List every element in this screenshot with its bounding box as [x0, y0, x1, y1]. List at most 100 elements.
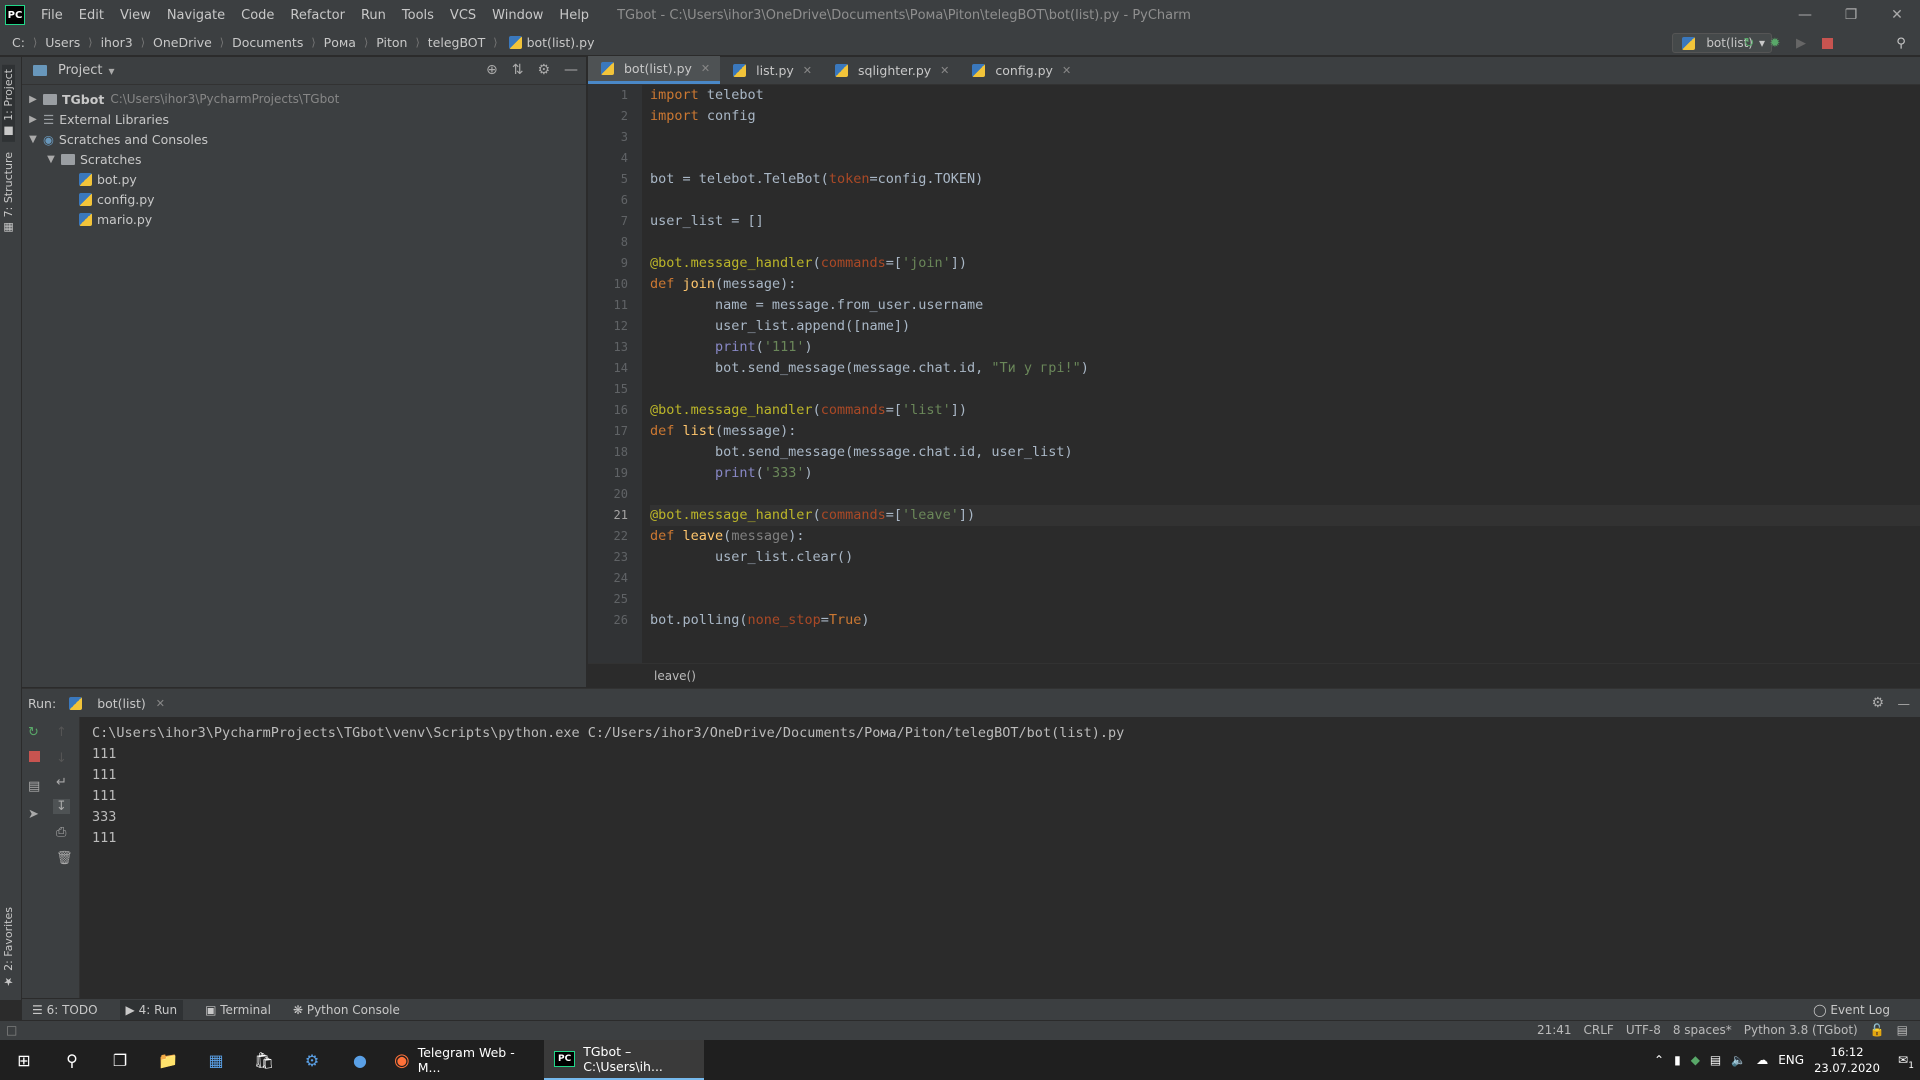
close-tab-icon[interactable]: ✕	[803, 64, 812, 77]
console-output[interactable]: C:\Users\ihor3\PycharmProjects\TGbot\ven…	[92, 717, 1124, 849]
coverage-icon[interactable]: ▶	[1792, 34, 1810, 52]
close-tab-icon[interactable]: ✕	[1062, 64, 1071, 77]
tree-item-scratches[interactable]: ▼ Scratches	[22, 149, 586, 169]
notifications-icon[interactable]: ✉ 1	[1898, 1053, 1914, 1071]
collapse-icon[interactable]: ▼	[44, 154, 58, 165]
breadcrumb-drive[interactable]: C:	[12, 35, 25, 50]
menu-window[interactable]: Window	[484, 8, 551, 23]
file-encoding[interactable]: UTF-8	[1626, 1023, 1661, 1037]
stop-icon[interactable]	[1818, 34, 1836, 52]
windows-start-icon[interactable]: ⊞	[0, 1040, 48, 1080]
expand-icon[interactable]: ▶	[26, 94, 40, 105]
breadcrumb-piton[interactable]: Piton	[376, 35, 407, 50]
tab-run[interactable]: ▶ 4: Run	[119, 999, 184, 1020]
arrow-down-icon[interactable]: ↓	[56, 751, 67, 766]
tree-item-scratches-consoles[interactable]: ▼ ◉ Scratches and Consoles	[22, 129, 586, 149]
close-tab-icon[interactable]: ✕	[156, 697, 165, 710]
stop-icon[interactable]	[29, 751, 40, 762]
menu-code[interactable]: Code	[233, 8, 282, 23]
rerun-icon[interactable]: ↻	[28, 725, 39, 740]
run-tab-label[interactable]: bot(list)	[97, 696, 146, 711]
tool-window-toggle-icon[interactable]: □	[6, 1023, 17, 1037]
code-area[interactable]: 1 2 3 4 5 6 7 8 9 10 11 12 13 14 15 16 1…	[588, 85, 1920, 663]
arrow-up-icon[interactable]: ↑	[56, 725, 67, 740]
tree-item-mario-py[interactable]: mario.py	[22, 209, 586, 229]
menu-help[interactable]: Help	[551, 8, 597, 23]
chevron-down-icon[interactable]: ▾	[108, 64, 114, 78]
collapse-icon[interactable]: ▼	[26, 134, 40, 145]
menu-vcs[interactable]: VCS	[442, 8, 484, 23]
store-icon[interactable]: 🛍	[240, 1040, 288, 1080]
close-tab-icon[interactable]: ✕	[940, 64, 949, 77]
breadcrumb-file[interactable]: bot(list).py	[527, 35, 595, 50]
locate-icon[interactable]: ⊕	[486, 62, 498, 78]
menu-view[interactable]: View	[112, 8, 159, 23]
tab-config-py[interactable]: config.py ✕	[959, 56, 1081, 84]
trash-icon[interactable]: 🗑	[56, 851, 73, 866]
hide-icon[interactable]: —	[564, 62, 578, 78]
tab-todo[interactable]: ☰ 6: TODO	[32, 1003, 98, 1017]
tab-sqlighter-py[interactable]: sqlighter.py ✕	[822, 56, 959, 84]
breadcrumb-telegbot[interactable]: telegBOT	[428, 35, 486, 50]
search-icon[interactable]: ⚲	[48, 1040, 96, 1080]
pin-icon[interactable]: ➤	[28, 807, 39, 822]
tab-project-tool[interactable]: ■ 1: Project	[2, 65, 15, 142]
calculator-icon[interactable]: ▦	[192, 1040, 240, 1080]
python-interpreter[interactable]: Python 3.8 (TGbot)	[1744, 1023, 1858, 1037]
print-icon[interactable]: ⎙	[56, 825, 66, 840]
code-breadcrumb[interactable]: leave()	[588, 663, 1920, 687]
rerun-icon[interactable]: ↻	[1740, 34, 1758, 52]
gear-icon[interactable]: ⚙	[1871, 695, 1884, 711]
menu-file[interactable]: File	[33, 8, 71, 23]
close-icon[interactable]: ✕	[1874, 0, 1920, 30]
layout-icon[interactable]: ▤	[28, 779, 40, 794]
battery-icon[interactable]: ▮	[1674, 1053, 1681, 1067]
menu-run[interactable]: Run	[353, 8, 394, 23]
tab-favorites-tool[interactable]: ★ 2: Favorites	[2, 907, 15, 988]
soft-wrap-icon[interactable]: ↵	[56, 775, 67, 790]
tree-item-bot-py[interactable]: bot.py	[22, 169, 586, 189]
menu-tools[interactable]: Tools	[394, 8, 442, 23]
scroll-to-end-icon[interactable]: ↧	[53, 799, 70, 814]
chevron-up-icon[interactable]: ⌃	[1654, 1053, 1664, 1067]
taskbar-app-pycharm[interactable]: PC TGbot – C:\Users\ih...	[544, 1040, 704, 1080]
tab-structure-tool[interactable]: ▦ 7: Structure	[2, 152, 15, 234]
breadcrumb-documents[interactable]: Documents	[232, 35, 303, 50]
tab-terminal[interactable]: ▣ Terminal	[205, 1003, 271, 1017]
line-separator[interactable]: CRLF	[1584, 1023, 1614, 1037]
breadcrumb-users[interactable]: Users	[45, 35, 80, 50]
network-icon[interactable]: ▤	[1710, 1053, 1721, 1067]
menu-edit[interactable]: Edit	[71, 8, 112, 23]
file-explorer-icon[interactable]: 📁	[144, 1040, 192, 1080]
breadcrumb-roma[interactable]: Рома	[324, 35, 356, 50]
search-icon[interactable]: ⚲	[1892, 34, 1910, 52]
clock[interactable]: 16:12 23.07.2020	[1814, 1044, 1880, 1076]
memory-icon[interactable]: ▤	[1897, 1023, 1908, 1037]
breadcrumb-onedrive[interactable]: OneDrive	[153, 35, 212, 50]
event-log-button[interactable]: ◯ Event Log	[1813, 1003, 1890, 1017]
tree-item-tgbot[interactable]: ▶ TGbot C:\Users\ihor3\PycharmProjects\T…	[22, 89, 586, 109]
restore-icon[interactable]: ❐	[1828, 0, 1874, 30]
task-view-icon[interactable]: ❐	[96, 1040, 144, 1080]
minimize-icon[interactable]: —	[1782, 0, 1828, 30]
gear-icon[interactable]: ⚙	[537, 62, 550, 78]
hide-icon[interactable]: —	[1898, 696, 1911, 711]
source-code[interactable]: import telebot import config bot = teleb…	[650, 85, 1920, 631]
tab-bot-list-py[interactable]: bot(list).py ✕	[588, 56, 721, 84]
volume-icon[interactable]: 🔈	[1731, 1053, 1746, 1067]
indent-setting[interactable]: 8 spaces*	[1673, 1023, 1732, 1037]
language-indicator[interactable]: ENG	[1778, 1053, 1804, 1067]
debug-icon[interactable]: ✹	[1766, 34, 1784, 52]
tree-item-external-libraries[interactable]: ▶ ☰ External Libraries	[22, 109, 586, 129]
tab-list-py[interactable]: list.py ✕	[720, 56, 822, 84]
menu-refactor[interactable]: Refactor	[282, 8, 353, 23]
close-tab-icon[interactable]: ✕	[701, 62, 710, 75]
breadcrumb-user[interactable]: ihor3	[101, 35, 133, 50]
steam-icon[interactable]: ⚙	[288, 1040, 336, 1080]
expand-icon[interactable]: ▶	[26, 114, 40, 125]
tree-item-config-py[interactable]: config.py	[22, 189, 586, 209]
nvidia-icon[interactable]: ◆	[1691, 1053, 1700, 1067]
menu-navigate[interactable]: Navigate	[159, 8, 233, 23]
collapse-all-icon[interactable]: ⇅	[512, 62, 524, 78]
lock-icon[interactable]: 🔓	[1870, 1023, 1885, 1037]
